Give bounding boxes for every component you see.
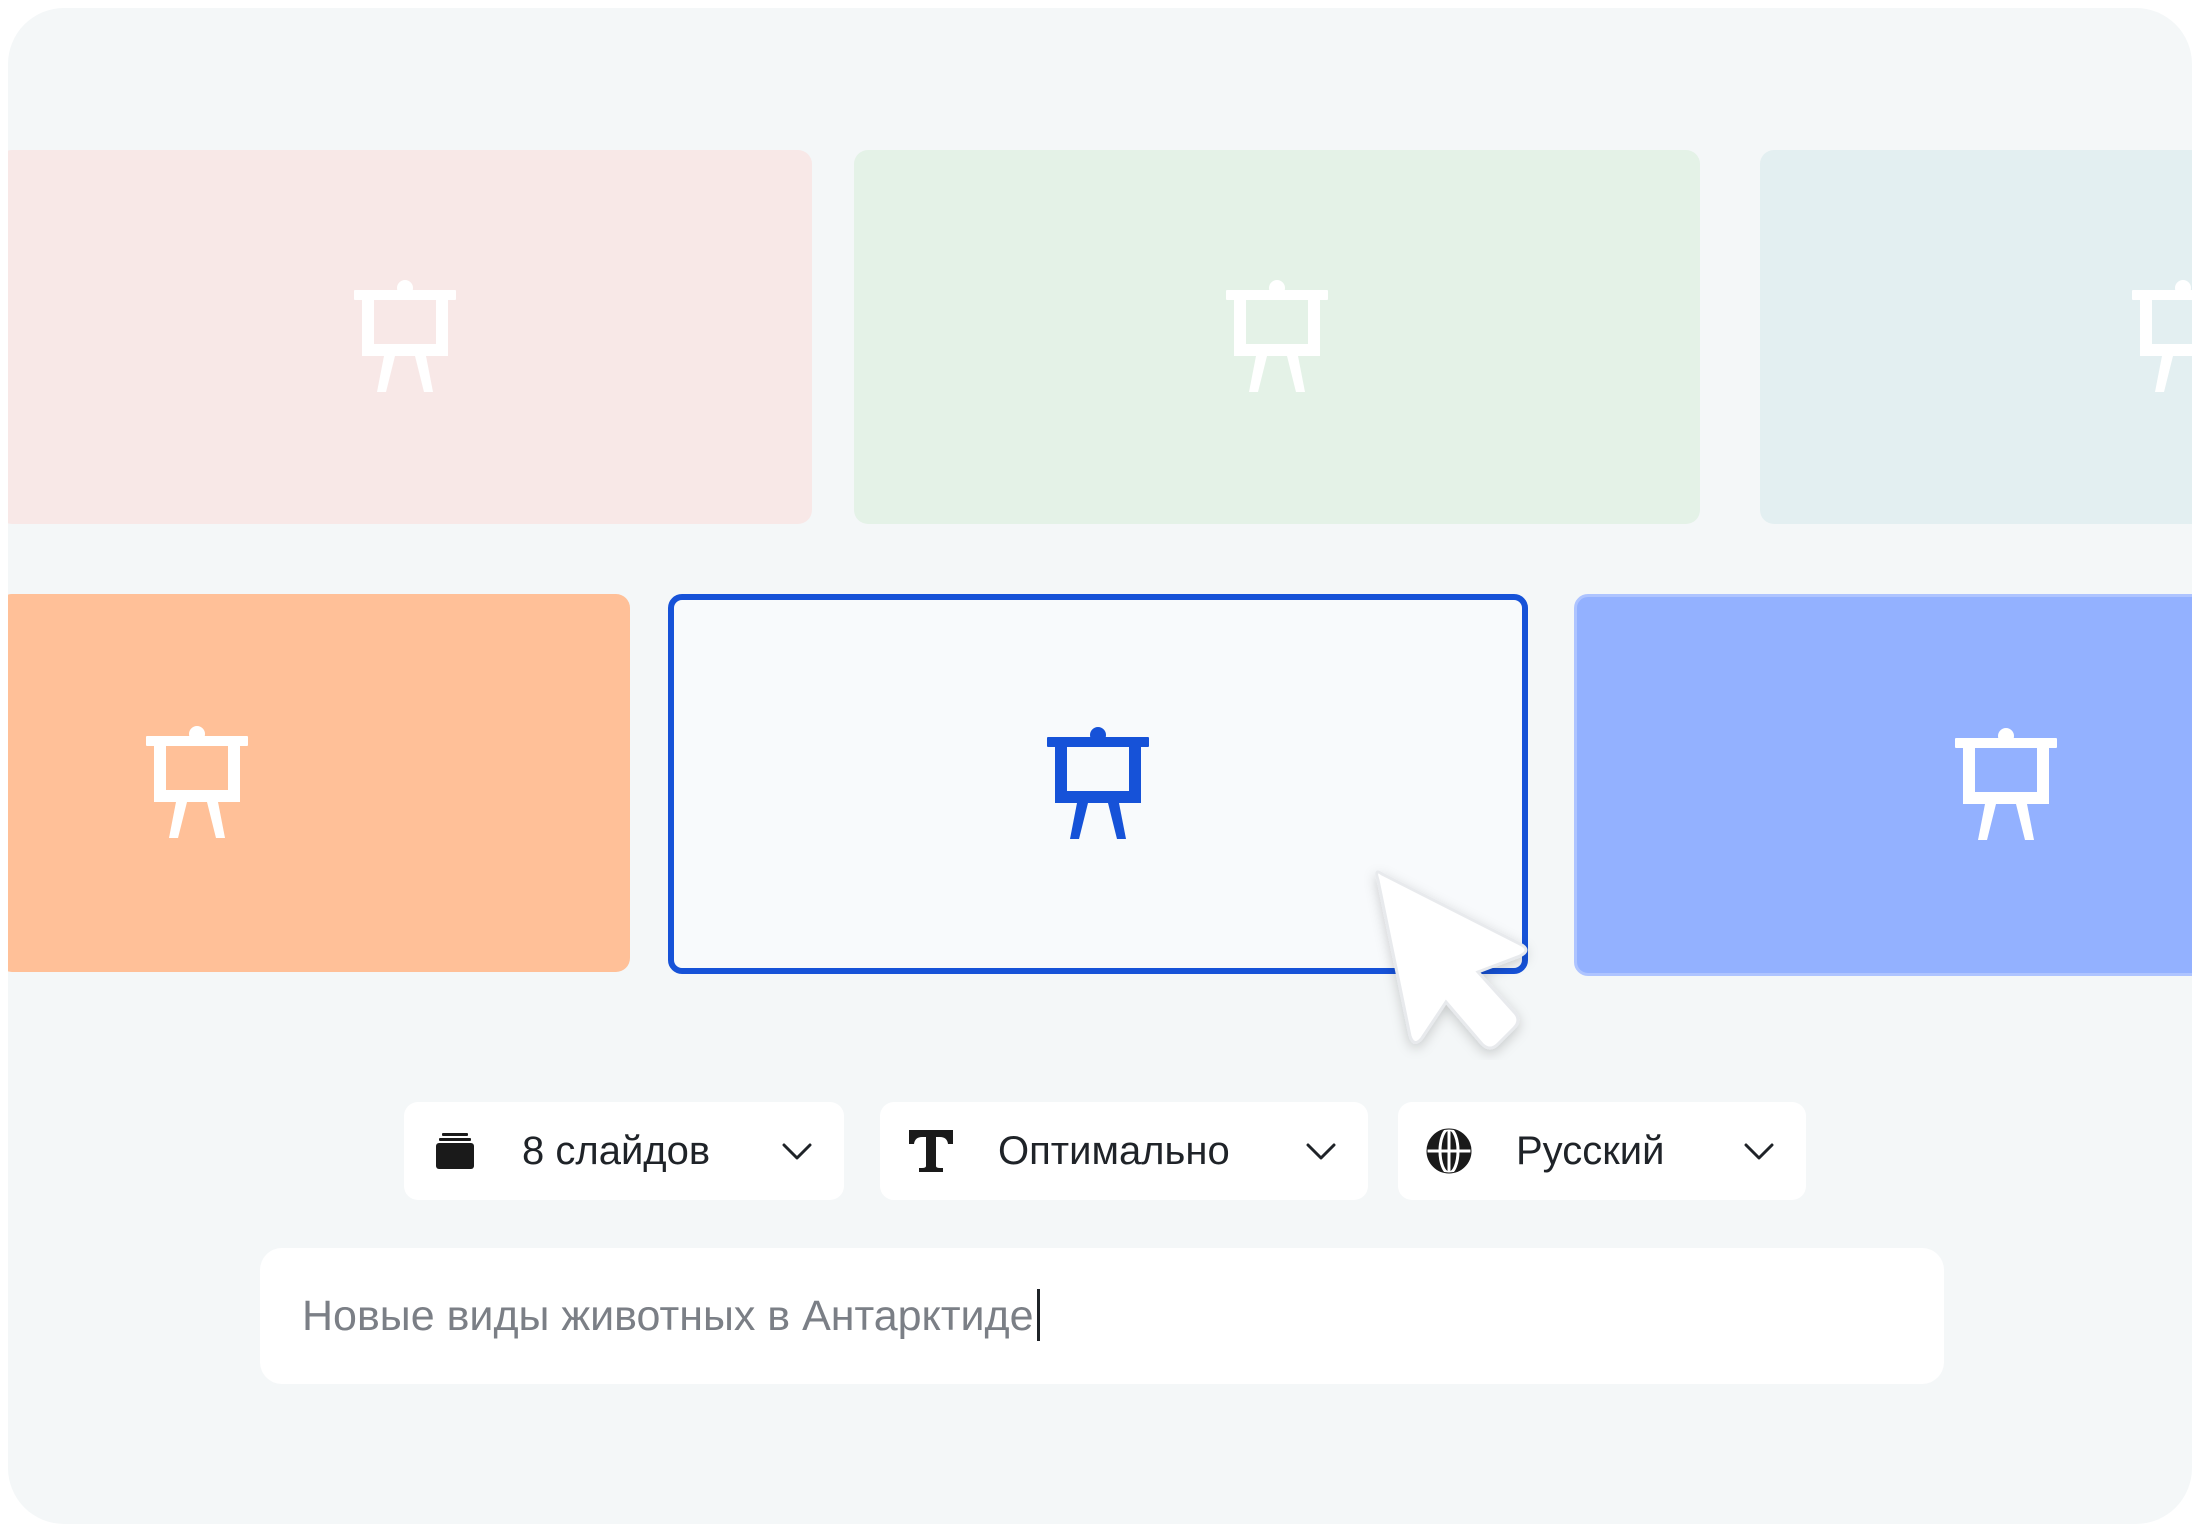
text-amount-dropdown[interactable]: Оптимально (880, 1102, 1368, 1200)
slides-count-label: 8 слайдов (522, 1129, 711, 1173)
chevron-down-icon (782, 1143, 812, 1160)
topic-input[interactable]: Новые виды животных в Антарктиде (260, 1248, 1944, 1384)
topic-input-value: Новые виды животных в Антарктиде (302, 1292, 1034, 1340)
presentation-easel-icon (1226, 280, 1328, 392)
presentation-easel-icon (354, 280, 456, 392)
mouse-pointer-icon (1375, 870, 1528, 1050)
chevron-down-icon (1306, 1143, 1336, 1160)
topic-input-text: Новые виды животных в Антарктиде (302, 1248, 1040, 1384)
presentation-easel-icon (2132, 280, 2192, 392)
globe-icon (1424, 1126, 1474, 1176)
presentation-generator-panel: 8 слайдов Оптимально Русский Новые виды … (8, 8, 2192, 1524)
slide-template-orange[interactable] (8, 594, 630, 972)
presentation-easel-icon (1955, 728, 2057, 840)
slides-stack-icon (430, 1126, 480, 1176)
presentation-easel-icon (146, 726, 248, 838)
slides-count-dropdown[interactable]: 8 слайдов (404, 1102, 844, 1200)
chevron-down-icon (1744, 1143, 1774, 1160)
text-type-icon (906, 1126, 956, 1176)
language-dropdown[interactable]: Русский (1398, 1102, 1806, 1200)
text-caret (1036, 1288, 1040, 1341)
text-amount-label: Оптимально (998, 1129, 1230, 1173)
presentation-easel-icon (1047, 727, 1149, 839)
slide-template-green[interactable] (854, 150, 1700, 524)
slide-template-blue[interactable] (1574, 594, 2192, 976)
slide-template-teal[interactable] (1760, 150, 2192, 524)
language-label: Русский (1516, 1129, 1665, 1173)
slide-template-pink[interactable] (8, 150, 812, 524)
